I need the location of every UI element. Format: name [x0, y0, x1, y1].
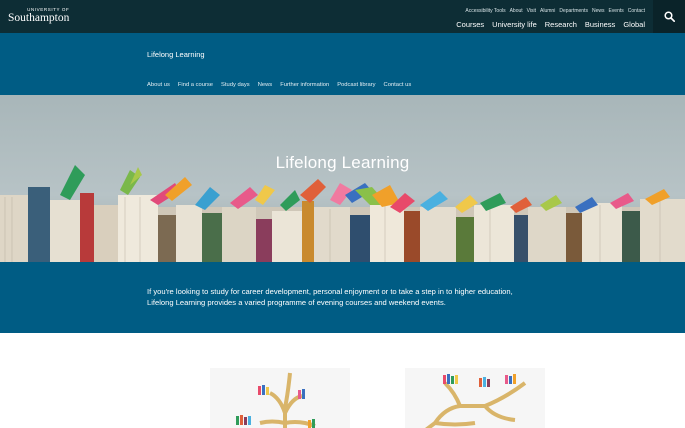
university-logo[interactable]: UNIVERSITY OF Southampton: [8, 7, 69, 24]
content-area: [0, 333, 685, 428]
utility-link-accessibility-tools[interactable]: Accessibility Tools: [465, 8, 505, 14]
section-nav-contact-us[interactable]: Contact us: [384, 82, 412, 88]
utility-nav: Accessibility Tools About Visit Alumni D…: [465, 8, 645, 14]
utility-link-news[interactable]: News: [592, 8, 605, 14]
section-nav: About us Find a course Study days News F…: [147, 82, 411, 88]
search-button[interactable]: [653, 0, 685, 33]
utility-link-events[interactable]: Events: [608, 8, 623, 14]
site-header: UNIVERSITY OF Southampton Accessibility …: [0, 0, 685, 33]
section-title[interactable]: Lifelong Learning: [147, 50, 205, 59]
section-nav-about-us[interactable]: About us: [147, 82, 170, 88]
utility-link-about[interactable]: About: [510, 8, 523, 14]
books-background-image: [0, 165, 685, 262]
logo-main-text: Southampton: [8, 12, 70, 24]
main-nav-global[interactable]: Global: [623, 20, 645, 29]
main-nav-research[interactable]: Research: [545, 20, 577, 29]
utility-link-visit[interactable]: Visit: [527, 8, 536, 14]
main-nav-university-life[interactable]: University life: [492, 20, 537, 29]
utility-link-contact[interactable]: Contact: [628, 8, 645, 14]
utility-link-alumni[interactable]: Alumni: [540, 8, 555, 14]
tree-bookshelf-image-right: [405, 368, 545, 428]
main-nav-courses[interactable]: Courses: [456, 20, 484, 29]
section-nav-podcast-library[interactable]: Podcast library: [337, 82, 375, 88]
section-nav-news[interactable]: News: [258, 82, 273, 88]
tree-bookshelf-image-left: [210, 368, 350, 428]
section-nav-find-a-course[interactable]: Find a course: [178, 82, 213, 88]
utility-link-departments[interactable]: Departments: [559, 8, 588, 14]
intro-text: If you're looking to study for career de…: [147, 287, 513, 307]
hero-title: Lifelong Learning: [275, 153, 410, 172]
section-header: Lifelong Learning About us Find a course…: [0, 33, 685, 95]
search-icon: [663, 11, 675, 22]
main-nav: Courses University life Research Busines…: [456, 20, 645, 29]
section-nav-study-days[interactable]: Study days: [221, 82, 250, 88]
hero-banner: Lifelong Learning: [0, 95, 685, 262]
main-nav-business[interactable]: Business: [585, 20, 615, 29]
section-nav-further-information[interactable]: Further information: [280, 82, 329, 88]
intro-section: If you're looking to study for career de…: [0, 262, 685, 333]
